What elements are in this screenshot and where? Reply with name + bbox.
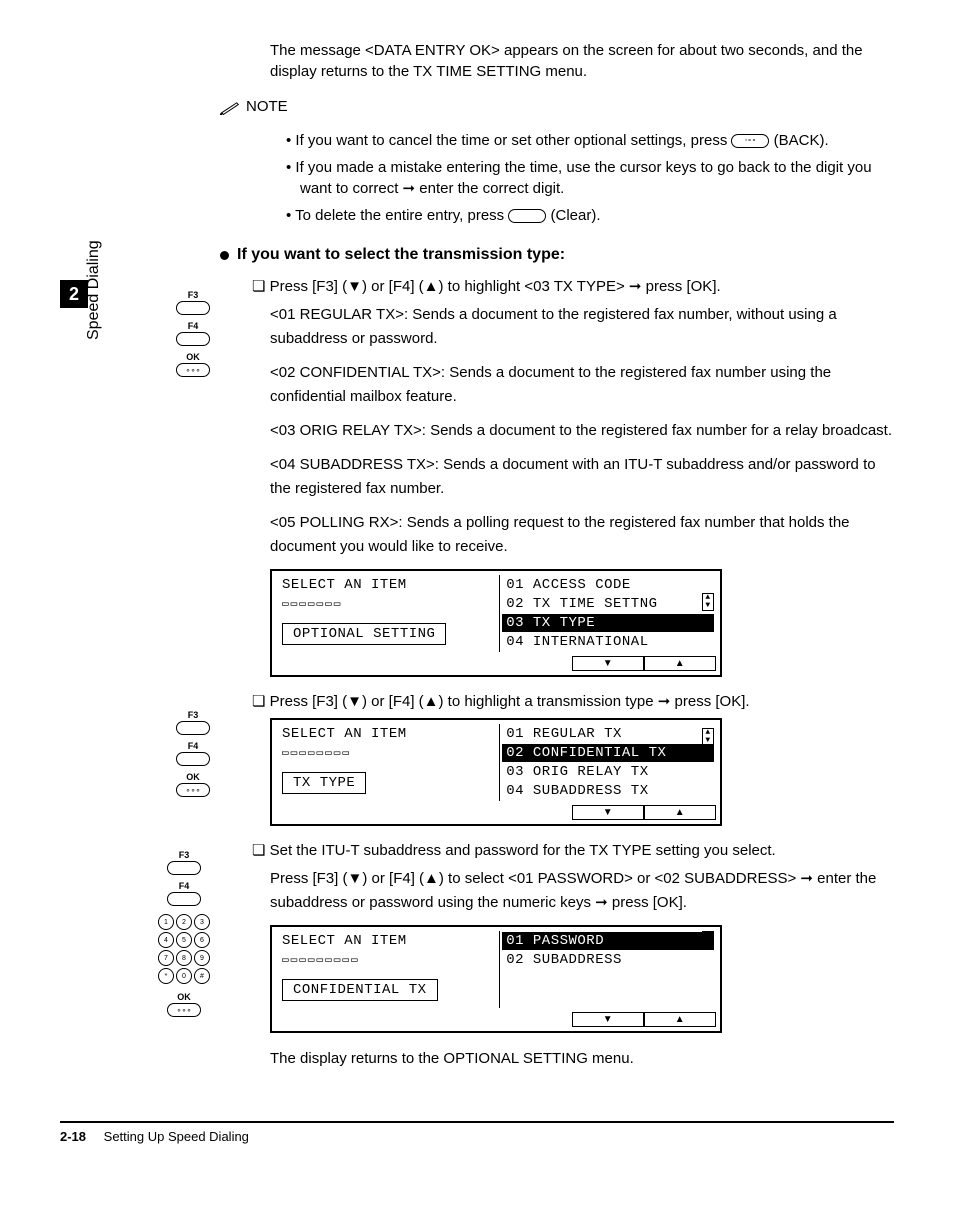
- lcd-item: [502, 989, 714, 1007]
- lcd-item: 04 INTERNATIONAL: [502, 633, 714, 651]
- scroll-indicator: ▲▼: [702, 728, 714, 746]
- key-ok: ∘∘∘: [176, 363, 210, 377]
- footer-title: Setting Up Speed Dialing: [104, 1129, 249, 1144]
- key-f3-label: F3: [188, 290, 199, 300]
- note-text: (Clear).: [551, 207, 601, 224]
- lcd-item: 02 SUBADDRESS: [502, 951, 714, 969]
- key-f3: [176, 721, 210, 735]
- step-end: The display returns to the OPTIONAL SETT…: [270, 1047, 894, 1071]
- lcd-nav: ▼▲: [276, 652, 716, 671]
- lcd-progress: ▭▭▭▭▭▭▭: [282, 597, 493, 611]
- key-stack-2: F3 F4 OK ∘∘∘: [176, 710, 210, 797]
- note-text: If you want to cancel the time or set ot…: [295, 132, 731, 149]
- lcd-nav: ▼▲: [276, 801, 716, 820]
- key-f4: [176, 332, 210, 346]
- note-icon: [220, 99, 240, 115]
- lcd-box: TX TYPE: [282, 772, 366, 794]
- lcd-progress: ▭▭▭▭▭▭▭▭▭: [282, 953, 493, 967]
- note-item: To delete the entire entry, press (Clear…: [300, 205, 894, 226]
- key-ok-label: OK: [186, 352, 200, 362]
- numeric-keypad: 123 456 789 *0#: [158, 914, 210, 984]
- step-sub: <01 REGULAR TX>: Sends a document to the…: [270, 303, 894, 351]
- key-ok: ∘∘∘: [176, 783, 210, 797]
- lcd-item: 04 SUBADDRESS TX: [502, 782, 714, 800]
- step-1: Press [F3] (▼) or [F4] (▲) to highlight …: [252, 276, 894, 297]
- lcd-item: 02 TX TIME SETTNG: [502, 595, 714, 613]
- key-f3-label: F3: [179, 850, 190, 860]
- lcd-box: OPTIONAL SETTING: [282, 623, 446, 645]
- key-f3: [167, 861, 201, 875]
- lcd-item: 03 ORIG RELAY TX: [502, 763, 714, 781]
- lcd-title: SELECT AN ITEM: [282, 933, 493, 949]
- note-item: If you made a mistake entering the time,…: [300, 157, 894, 199]
- key-stack-1: F3 F4 OK ∘∘∘: [176, 290, 210, 377]
- step-3: Set the ITU-T subaddress and password fo…: [252, 840, 894, 861]
- key-f4-label: F4: [188, 321, 199, 331]
- lcd-box: CONFIDENTIAL TX: [282, 979, 438, 1001]
- clear-button-icon: [508, 209, 546, 223]
- step-sub: <03 ORIG RELAY TX>: Sends a document to …: [270, 419, 894, 443]
- lcd-screen-2: SELECT AN ITEM ▭▭▭▭▭▭▭▭ TX TYPE 01 REGUL…: [270, 718, 722, 826]
- lcd-item: 01 ACCESS CODE: [502, 576, 714, 594]
- lcd-title: SELECT AN ITEM: [282, 577, 493, 593]
- lcd-screen-3: SELECT AN ITEM ▭▭▭▭▭▭▭▭▭ CONFIDENTIAL TX…: [270, 925, 722, 1033]
- lcd-title: SELECT AN ITEM: [282, 726, 493, 742]
- key-f4: [167, 892, 201, 906]
- intro-text: The message <DATA ENTRY OK> appears on t…: [270, 40, 894, 82]
- key-ok-label: OK: [186, 772, 200, 782]
- note-list: If you want to cancel the time or set ot…: [260, 130, 894, 226]
- key-f3: [176, 301, 210, 315]
- step-sub: Press [F3] (▼) or [F4] (▲) to select <01…: [270, 867, 894, 915]
- step-sub: <05 POLLING RX>: Sends a polling request…: [270, 511, 894, 559]
- step-sub: <02 CONFIDENTIAL TX>: Sends a document t…: [270, 361, 894, 409]
- step-2: Press [F3] (▼) or [F4] (▲) to highlight …: [252, 691, 894, 712]
- note-item: If you want to cancel the time or set ot…: [300, 130, 894, 151]
- lcd-progress: ▭▭▭▭▭▭▭▭: [282, 746, 493, 760]
- note-text: To delete the entire entry, press: [295, 207, 508, 224]
- lcd-item-selected: 02 CONFIDENTIAL TX: [502, 744, 714, 762]
- note-label: NOTE: [246, 98, 288, 115]
- note-text: (BACK).: [774, 132, 829, 149]
- scroll-indicator: ▲▼: [702, 593, 714, 611]
- key-f4-label: F4: [188, 741, 199, 751]
- page-footer: 2-18 Setting Up Speed Dialing: [60, 1121, 894, 1144]
- note-heading: NOTE: [220, 98, 894, 115]
- key-f4-label: F4: [179, 881, 190, 891]
- lcd-item: 01 REGULAR TX: [502, 725, 714, 743]
- key-stack-3: F3 F4 123 456 789 *0# OK ∘∘∘: [158, 850, 210, 1017]
- page-number: 2-18: [60, 1129, 86, 1144]
- scroll-indicator: ▲▼: [702, 931, 714, 949]
- key-f3-label: F3: [188, 710, 199, 720]
- key-f4: [176, 752, 210, 766]
- back-button-icon: ◦∘∘: [731, 134, 769, 148]
- key-ok-label: OK: [177, 992, 191, 1002]
- section-heading: If you want to select the transmission t…: [220, 246, 894, 264]
- lcd-item-selected: 03 TX TYPE: [502, 614, 714, 632]
- side-label: Speed Dialing: [85, 240, 103, 340]
- key-ok: ∘∘∘: [167, 1003, 201, 1017]
- lcd-nav: ▼▲: [276, 1008, 716, 1027]
- lcd-screen-1: SELECT AN ITEM ▭▭▭▭▭▭▭ OPTIONAL SETTING …: [270, 569, 722, 677]
- lcd-item-selected: 01 PASSWORD: [502, 932, 714, 950]
- step-sub: <04 SUBADDRESS TX>: Sends a document wit…: [270, 453, 894, 501]
- chapter-number: 2: [60, 280, 88, 308]
- lcd-item: [502, 970, 714, 988]
